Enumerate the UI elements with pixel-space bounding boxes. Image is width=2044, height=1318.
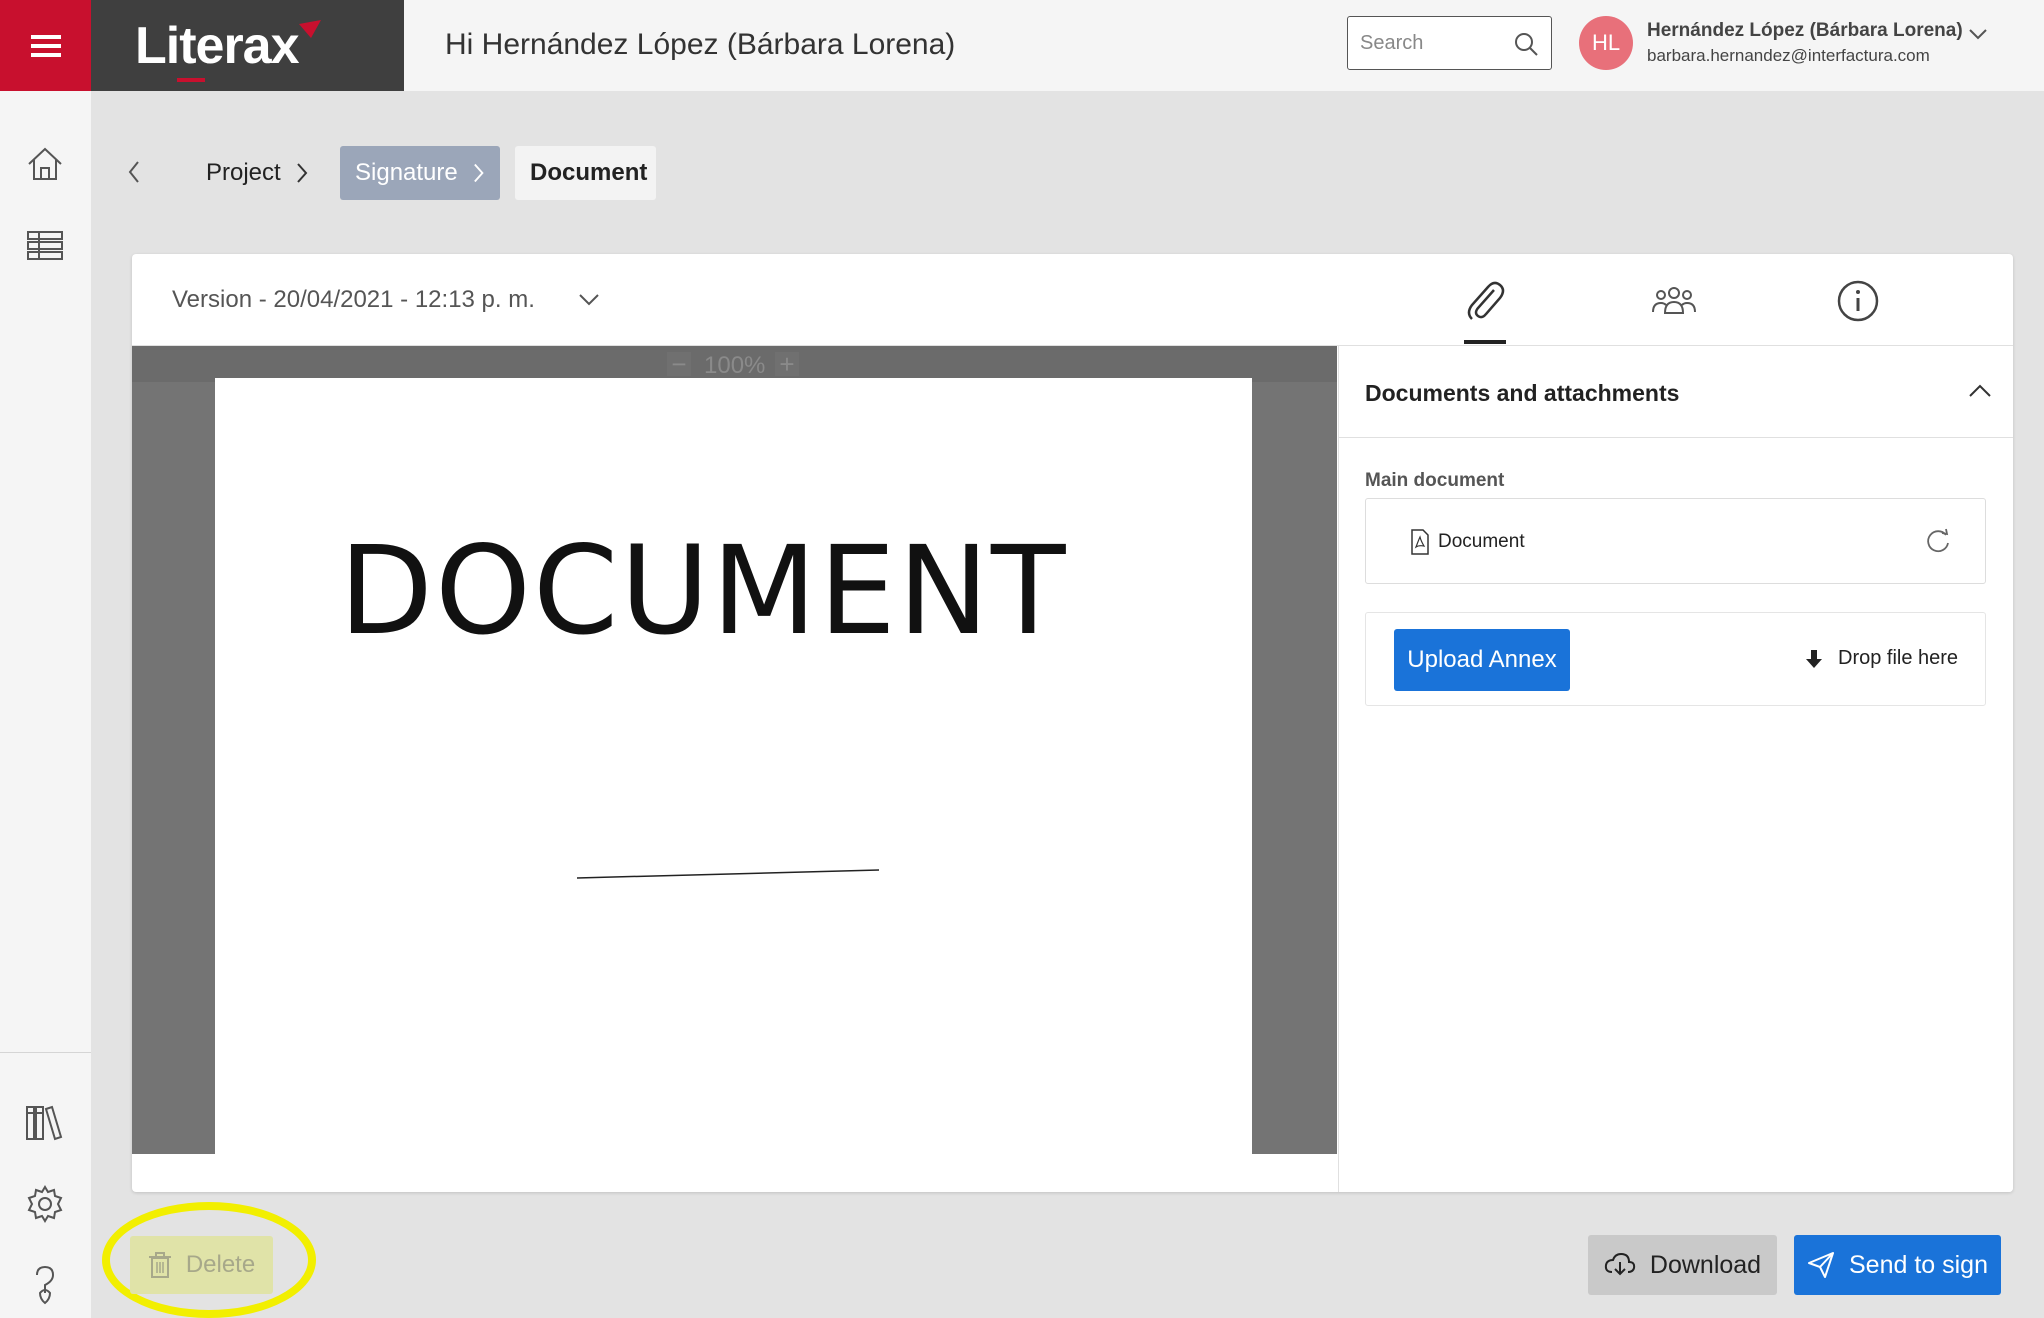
send-to-sign-button[interactable]: Send to sign <box>1794 1235 2001 1295</box>
upload-annex-button[interactable]: Upload Annex <box>1394 629 1570 691</box>
main-document-item[interactable]: Document <box>1365 498 1986 584</box>
help-icon <box>36 1265 55 1305</box>
zoom-out-button[interactable]: − <box>667 351 691 377</box>
drop-file-text: Drop file here <box>1838 647 1959 669</box>
panel-title: Documents and attachments <box>1365 380 1680 406</box>
users-icon <box>1652 287 1696 314</box>
chevron-up-icon[interactable] <box>1967 380 1993 402</box>
breadcrumb-label: Signature <box>355 159 458 186</box>
back-chevron-icon[interactable] <box>124 158 144 186</box>
document-page: DOCUMENT <box>215 378 1252 1154</box>
logo-mark-icon <box>298 19 321 38</box>
logo-underline <box>177 77 205 82</box>
search-box[interactable] <box>1347 16 1552 70</box>
sidebar-item-home[interactable] <box>18 137 72 191</box>
active-tab-indicator <box>1464 340 1506 344</box>
refresh-icon[interactable] <box>1924 527 1952 555</box>
chevron-down-icon[interactable] <box>577 290 601 310</box>
sidebar-item-table[interactable] <box>18 219 72 273</box>
breadcrumb-signature[interactable]: Signature <box>340 146 500 200</box>
pdf-file-icon <box>1411 529 1429 555</box>
sidebar-item-settings[interactable] <box>18 1177 72 1231</box>
download-arrow-icon <box>1806 650 1822 668</box>
user-name[interactable]: Hernández López (Bárbara Lorena) <box>1647 20 1963 42</box>
tab-info[interactable] <box>1828 274 1888 328</box>
breadcrumb-document: Document <box>515 146 656 200</box>
settings-icon <box>27 1185 63 1223</box>
library-icon <box>26 1105 63 1141</box>
search-input[interactable] <box>1360 31 1500 55</box>
cloud-download-icon <box>1604 1252 1636 1276</box>
attachments-panel: Documents and attachments Main document … <box>1338 346 2013 1192</box>
zoom-in-button[interactable]: + <box>775 351 799 377</box>
greeting-text: Hi Hernández López (Bárbara Lorena) <box>445 28 956 61</box>
logo-text: Literax <box>135 16 321 82</box>
send-label: Send to sign <box>1849 1250 1988 1279</box>
paper-plane-icon <box>1808 1252 1834 1278</box>
chevron-right-icon <box>473 163 484 183</box>
table-icon <box>27 231 63 260</box>
zoom-bar: − 100% + <box>132 346 1337 382</box>
sidebar-item-help[interactable] <box>18 1258 72 1312</box>
logo[interactable]: Literax <box>91 0 404 91</box>
hamburger-icon <box>30 34 61 57</box>
signature-line <box>576 869 880 879</box>
document-name: Document <box>1438 531 1525 552</box>
upload-annex-area[interactable]: Upload Annex Drop file here <box>1365 612 1986 706</box>
breadcrumb-label: Document <box>530 159 648 186</box>
document-card: Version - 20/04/2021 - 12:13 p. m. − 100… <box>132 254 2013 1192</box>
search-icon[interactable] <box>1513 31 1539 57</box>
page-title: DOCUMENT <box>339 520 1068 662</box>
chevron-right-icon <box>296 163 308 183</box>
download-label: Download <box>1649 1250 1762 1279</box>
sidebar <box>0 91 91 1318</box>
breadcrumb-label: Project <box>206 159 281 186</box>
avatar[interactable]: HL <box>1579 16 1633 70</box>
panel-header[interactable]: Documents and attachments <box>1339 346 2013 438</box>
delete-label: Delete <box>185 1251 256 1278</box>
info-icon <box>1837 280 1879 322</box>
main-document-label: Main document <box>1365 470 1505 491</box>
top-bar: Literax Hi Hernández López (Bárbara Lore… <box>0 0 2044 91</box>
document-viewer[interactable]: − 100% + DOCUMENT <box>132 346 1337 1154</box>
home-icon <box>28 147 62 180</box>
menu-button[interactable] <box>0 0 91 91</box>
chevron-down-icon[interactable] <box>1966 24 1990 44</box>
sidebar-item-library[interactable] <box>18 1095 72 1149</box>
tab-attachments[interactable] <box>1455 274 1515 328</box>
version-label[interactable]: Version - 20/04/2021 - 12:13 p. m. <box>172 286 535 314</box>
breadcrumb-project[interactable]: Project <box>191 146 324 200</box>
delete-button[interactable]: Delete <box>130 1236 273 1294</box>
user-email: barbara.hernandez@interfactura.com <box>1647 46 1930 65</box>
sidebar-divider <box>0 1052 91 1053</box>
zoom-level: 100% <box>704 352 766 379</box>
card-header: Version - 20/04/2021 - 12:13 p. m. <box>132 254 2013 346</box>
download-button[interactable]: Download <box>1588 1235 1777 1295</box>
trash-icon <box>148 1252 171 1278</box>
tab-participants[interactable] <box>1644 274 1704 328</box>
paperclip-icon <box>1467 281 1505 320</box>
